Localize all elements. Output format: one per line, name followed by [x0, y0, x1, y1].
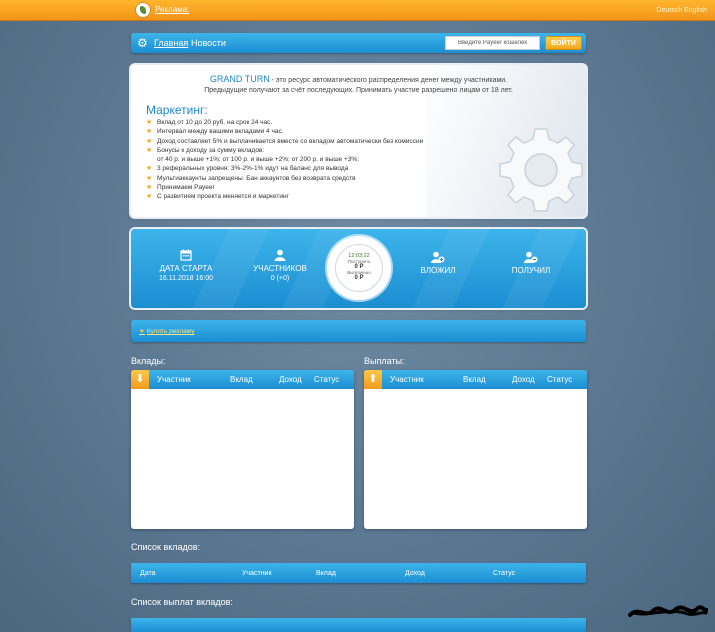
payouts-col-income: Доход: [512, 375, 535, 384]
nav-news-link[interactable]: Новости: [191, 38, 226, 48]
marketing-item-text: 3 реферальных уровня: 3%-2%-1% идут на б…: [157, 165, 349, 173]
brand-name: GRAND TURN: [209, 74, 270, 84]
star-icon: ★: [146, 128, 153, 136]
intro-text: GRAND TURN - это ресурс автоматического …: [131, 74, 586, 96]
payeer-wallet-input[interactable]: [445, 36, 540, 50]
payouts-table: ⬆ Участник Вклад Доход Статус: [364, 370, 587, 529]
list-col-member: Участник: [242, 570, 272, 577]
payouts-col-status: Статус: [547, 375, 573, 384]
marketing-item: ★ Интервал между вашими вкладами 4 час.: [146, 127, 423, 136]
payouts-col-deposit: Вклад: [463, 375, 486, 384]
deposits-col-income: Доход: [279, 375, 302, 384]
payout-list-title: Список выплат вкладов:: [131, 597, 233, 607]
marketing-item: ★ Мультиаккаунты запрещены. Бан аккаунтов…: [146, 174, 423, 183]
marketing-item-text: Принимаем Payeer: [157, 184, 215, 192]
list-col-status: Статус: [493, 570, 516, 577]
marketing-item: ★ 3 реферальных уровня: 3%-2%-1% идут на …: [146, 164, 423, 173]
star-icon: ★: [139, 328, 145, 335]
marketing-item-text: С развитием проекта меняется и маркетинг: [157, 193, 289, 201]
marketing-item-text: Мультиаккаунты запрещены. Бан аккаунтов …: [157, 174, 356, 182]
deposits-table-header: ⬇ Участник Вклад Доход Статус: [131, 370, 354, 389]
stat-members-label: УЧАСТНИКОВ: [253, 264, 307, 273]
top-bar: Реклама: Deutsch English: [0, 0, 715, 21]
marketing-item: ★ Доход составляет 5% и выплачивается вме…: [146, 137, 423, 146]
arrow-up-icon: ⬆: [364, 370, 382, 389]
redaction-scribble: [628, 605, 708, 617]
main-nav: ⚙ Главная Новости ВОЙТИ: [131, 33, 586, 53]
buy-ad-label: Купить рекламу: [146, 328, 195, 335]
marketing-item-text: Интервал между вашими вкладами 4 час.: [157, 128, 284, 136]
stat-members: УЧАСТНИКОВ 0 (+0): [230, 249, 330, 282]
buy-ad-bar: ★ Купить рекламу: [131, 320, 586, 342]
arrow-down-icon: ⬇: [131, 370, 149, 389]
marketing-item: ★ Вклад от 10 до 20 руб. на срок 24 час.: [146, 118, 423, 127]
nav-home-link[interactable]: Главная: [154, 38, 188, 48]
star-icon: ★: [146, 146, 153, 154]
deposits-col-member: Участник: [157, 375, 191, 384]
star-icon: ★: [146, 119, 153, 126]
list-col-date: Дата: [140, 570, 156, 577]
stat-invested-label: ВЛОЖИЛ: [420, 266, 456, 275]
site-logo-icon[interactable]: [136, 3, 150, 17]
ad-link[interactable]: Реклама:: [155, 5, 189, 14]
user-icon: [274, 249, 286, 261]
stat-members-value: 0 (+0): [270, 275, 290, 282]
user-remove-icon: [524, 251, 538, 263]
stat-start-date: ДАТА СТАРТА 16.11.2018 16:00: [136, 249, 236, 282]
marketing-item-text: Вклад от 10 до 20 руб. на срок 24 час.: [157, 119, 273, 126]
star-icon: ★: [146, 165, 153, 173]
marketing-item: ★ Бонусы к доходу за сумму вкладов:: [146, 146, 423, 155]
payout-list-header: [131, 618, 586, 632]
gear-icon: ⚙: [137, 36, 148, 50]
stats-panel: ДАТА СТАРТА 16.11.2018 16:00 УЧАСТНИКОВ …: [131, 229, 586, 308]
list-col-deposit: Вклад: [316, 570, 336, 577]
star-icon: ★: [146, 193, 153, 201]
payouts-title: Выплаты:: [364, 356, 405, 366]
deposit-list-title: Список вкладов:: [131, 542, 201, 552]
marketing-title: Маркетинг:: [146, 103, 208, 117]
deposits-col-deposit: Вклад: [230, 375, 253, 384]
deposit-list-header: Дата Участник Вклад Доход Статус: [131, 563, 586, 583]
marketing-item-text: от 40 р. и выше +1%; от 100 р. и выше +2…: [157, 156, 359, 164]
payouts-table-header: ⬆ Участник Вклад Доход Статус: [364, 370, 587, 389]
clock-paid-value: 0 P: [354, 275, 364, 281]
star-icon: ★: [146, 137, 153, 145]
marketing-item-text: Доход составляет 5% и выплачивается вмес…: [157, 137, 424, 145]
stat-start-label: ДАТА СТАРТА: [159, 264, 213, 273]
clock-widget: 12:03:22 Поступило 0 P Выплачено 0 P: [327, 236, 391, 300]
marketing-list: ★ Вклад от 10 до 20 руб. на срок 24 час. ★…: [146, 118, 423, 202]
calendar-icon: [180, 249, 192, 261]
stat-invested: ВЛОЖИЛ: [388, 251, 488, 275]
buy-ad-link[interactable]: ★ Купить рекламу: [139, 327, 195, 335]
intro-line-1: - это ресурс автоматического распределен…: [269, 77, 508, 84]
info-panel: GRAND TURN - это ресурс автоматического …: [131, 65, 586, 217]
marketing-item: ★ С развитием проекта меняется и маркетин…: [146, 192, 423, 201]
marketing-item: ★ Принимаем Payeer: [146, 183, 423, 192]
language-switcher[interactable]: Deutsch English: [656, 7, 707, 14]
deposits-table: ⬇ Участник Вклад Доход Статус: [131, 370, 354, 529]
marketing-item-text: Бонусы к доходу за сумму вкладов:: [157, 146, 265, 154]
deposits-col-status: Статус: [314, 375, 340, 384]
intro-line-2: Предыдущие получают за счёт последующих.…: [204, 87, 513, 94]
gear-illustration-icon: [499, 128, 583, 212]
user-add-icon: [431, 251, 445, 263]
stat-received: ПОЛУЧИЛ: [481, 251, 581, 275]
login-button[interactable]: ВОЙТИ: [545, 36, 582, 50]
star-icon: ★: [146, 174, 153, 182]
list-col-income: Доход: [405, 570, 425, 577]
clock-face: 12:03:22 Поступило 0 P Выплачено 0 P: [335, 244, 383, 292]
stat-start-value: 16.11.2018 16:00: [159, 275, 213, 282]
stat-received-label: ПОЛУЧИЛ: [511, 266, 551, 275]
marketing-item: от 40 р. и выше +1%; от 100 р. и выше +2…: [146, 155, 423, 164]
payouts-col-member: Участник: [390, 375, 424, 384]
star-icon: ★: [146, 184, 153, 192]
deposits-title: Вклады:: [131, 356, 166, 366]
